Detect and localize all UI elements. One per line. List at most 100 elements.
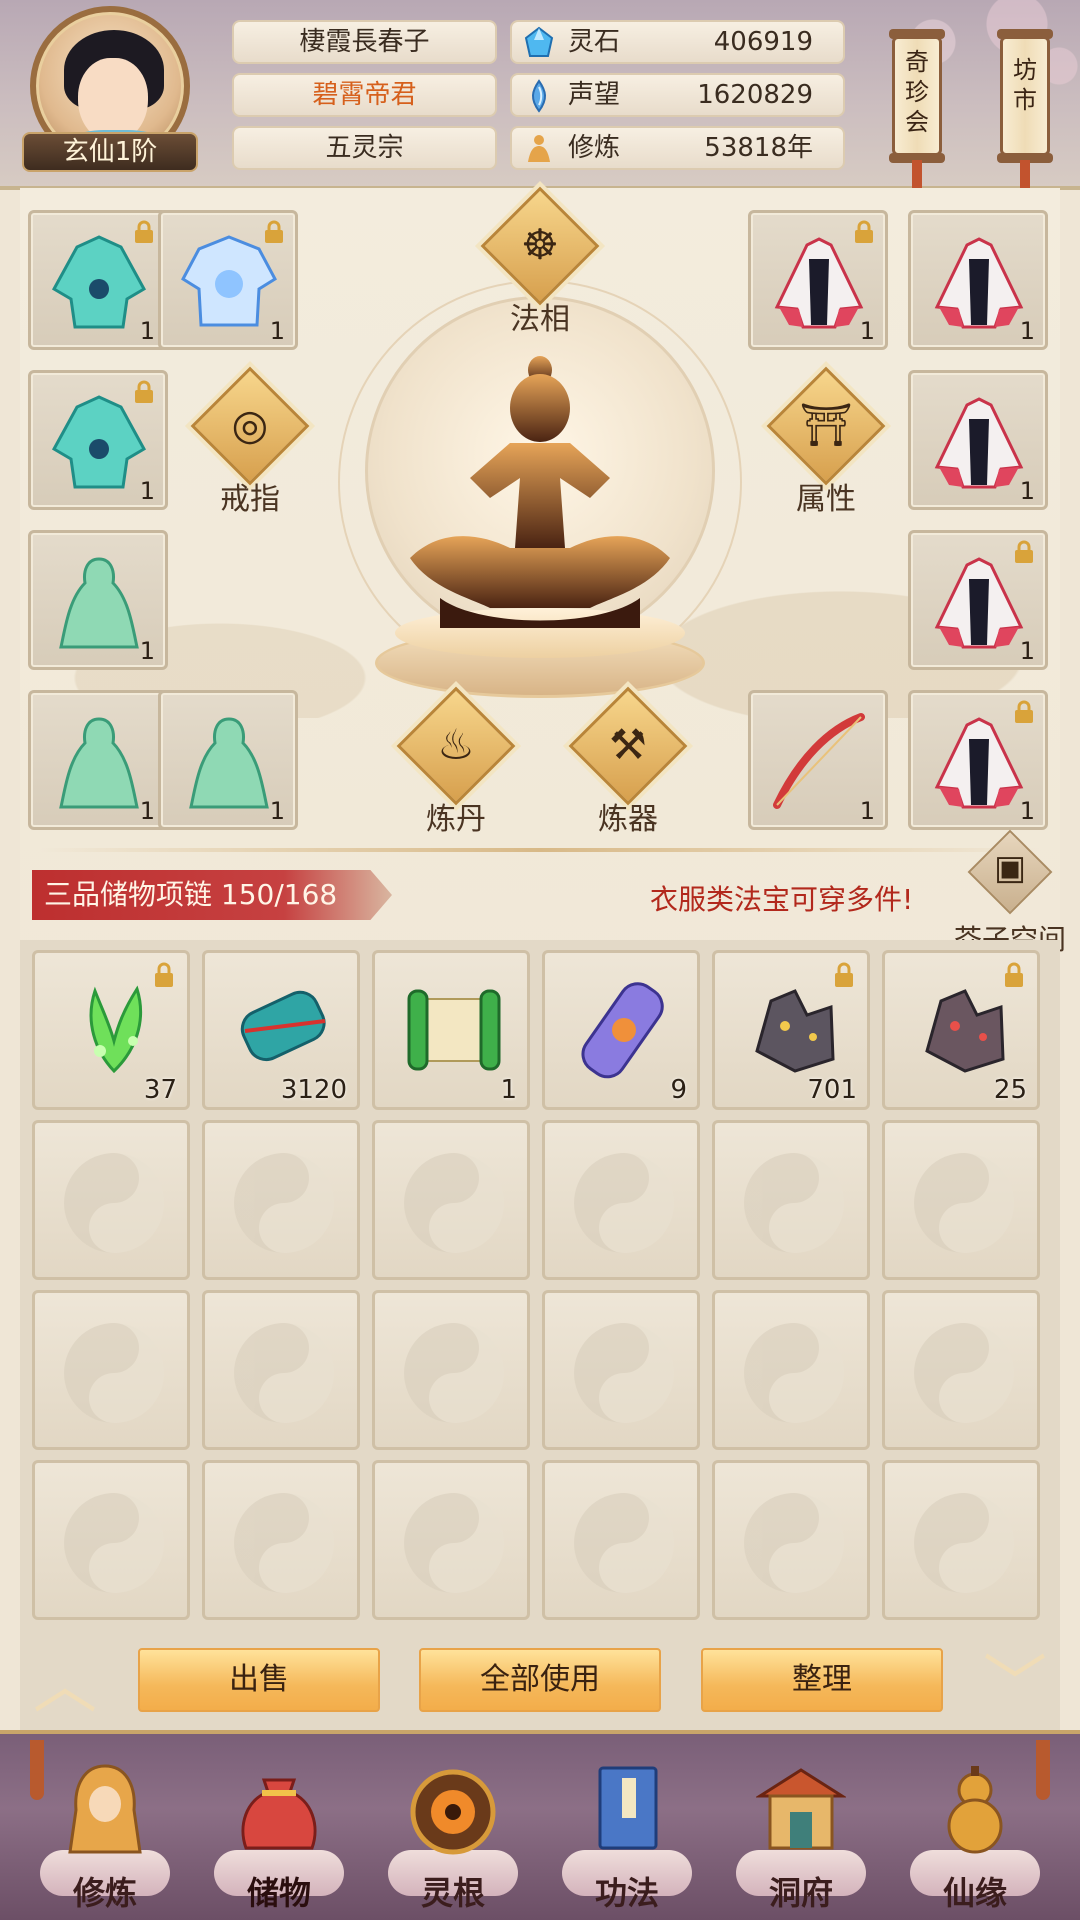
- equip-slot[interactable]: 1: [908, 210, 1048, 350]
- rare-auction-label: 奇珍会: [905, 48, 929, 136]
- bag-slot[interactable]: 3120: [202, 950, 360, 1110]
- empty-bag-slot[interactable]: [32, 1120, 190, 1280]
- equip-slot[interactable]: 1: [748, 210, 888, 350]
- resource-prestige[interactable]: 声望 1620829: [510, 73, 845, 117]
- player-title: 碧霄帝君: [232, 73, 497, 117]
- book-icon: [598, 1766, 658, 1850]
- storage-capacity-tag: 三品储物项链 150/168: [32, 870, 392, 920]
- empty-bag-slot[interactable]: [202, 1460, 360, 1620]
- alchemy-label: 炼丹: [426, 802, 486, 837]
- empty-bag-slot[interactable]: [542, 1460, 700, 1620]
- anvil-icon: ⚒: [609, 720, 647, 769]
- yin-yang-icon: [914, 1323, 1014, 1423]
- treasure-bag-icon: [241, 1778, 317, 1850]
- empty-bag-slot[interactable]: [372, 1290, 530, 1450]
- yin-yang-icon: [914, 1493, 1014, 1593]
- meditation-icon: [528, 135, 550, 162]
- bag-slot[interactable]: 701: [712, 950, 870, 1110]
- market-button[interactable]: 坊市: [997, 29, 1053, 163]
- resource-value: 406919: [713, 27, 813, 57]
- empty-bag-slot[interactable]: [542, 1290, 700, 1450]
- faxiang-button[interactable]: ☸ 法相: [480, 186, 600, 344]
- nav-immortal-fate[interactable]: 仙缘: [900, 1750, 1050, 1920]
- empty-bag-slot[interactable]: [882, 1120, 1040, 1280]
- empty-bag-slot[interactable]: [712, 1120, 870, 1280]
- ring-label: 戒指: [220, 482, 280, 517]
- item-quantity: 3120: [280, 1075, 347, 1105]
- bag-slot[interactable]: 25: [882, 950, 1040, 1110]
- nav-cultivation[interactable]: 修炼: [30, 1750, 180, 1920]
- equip-slot[interactable]: 1: [28, 690, 168, 830]
- empty-bag-slot[interactable]: [32, 1460, 190, 1620]
- empty-bag-slot[interactable]: [712, 1290, 870, 1450]
- equip-slot[interactable]: 1: [28, 530, 168, 670]
- item-quantity: 701: [807, 1075, 857, 1105]
- lock-icon: [135, 220, 153, 243]
- item-quantity: 1: [269, 797, 285, 825]
- resource-spirit-stone[interactable]: 灵石 406919: [510, 20, 845, 64]
- lock-icon: [135, 380, 153, 403]
- yin-yang-icon: [744, 1153, 844, 1253]
- empty-bag-slot[interactable]: [372, 1120, 530, 1280]
- scroll-down-button[interactable]: ﹀: [970, 1654, 1060, 1718]
- section-divider: [40, 848, 1040, 852]
- item-quantity: 9: [670, 1075, 687, 1105]
- empty-bag-slot[interactable]: [712, 1460, 870, 1620]
- ring-button[interactable]: ◎ 戒指: [190, 366, 310, 524]
- equip-slot[interactable]: 1: [158, 210, 298, 350]
- nav-label: 功法: [594, 1874, 659, 1912]
- yin-yang-icon: [404, 1493, 504, 1593]
- sell-button[interactable]: 出售: [138, 1648, 380, 1712]
- forge-button[interactable]: ⚒ 炼器: [568, 686, 688, 844]
- equip-slot[interactable]: 1: [28, 210, 168, 350]
- bag-slot[interactable]: 9: [542, 950, 700, 1110]
- nav-cave-residence[interactable]: 洞府: [726, 1750, 876, 1920]
- scroll-up-button[interactable]: ︿: [20, 1654, 110, 1718]
- bag-slot[interactable]: 1: [372, 950, 530, 1110]
- meditation-icon: ☸: [521, 220, 559, 269]
- use-all-button[interactable]: 全部使用: [419, 1648, 661, 1712]
- equip-slot[interactable]: 1: [908, 530, 1048, 670]
- nav-storage[interactable]: 储物: [204, 1750, 354, 1920]
- equip-slot[interactable]: 1: [158, 690, 298, 830]
- alchemy-button[interactable]: ♨ 炼丹: [396, 686, 516, 844]
- rare-auction-button[interactable]: 奇珍会: [889, 29, 945, 163]
- mustard-space-button[interactable]: ▣ 芥子空间: [950, 829, 1070, 956]
- nav-label: 储物: [246, 1874, 311, 1912]
- empty-bag-slot[interactable]: [542, 1120, 700, 1280]
- spirit-root-icon: [410, 1769, 496, 1855]
- ring-icon: ◎: [231, 400, 269, 449]
- bag-slot[interactable]: 37: [32, 950, 190, 1110]
- inventory-panel: 1 1 1 1 1 1 1 1 1 1 1 1 ☸ 法相 ◎ 戒指 ⛩ 属性 ♨…: [20, 186, 1066, 1820]
- empty-bag-slot[interactable]: [202, 1120, 360, 1280]
- equip-slot[interactable]: 1: [28, 370, 168, 510]
- nav-spirit-root[interactable]: 灵根: [378, 1750, 528, 1920]
- resource-value: 53818年: [704, 133, 813, 163]
- lock-icon: [265, 220, 283, 243]
- nav-label: 修炼: [72, 1874, 137, 1912]
- red-bow-icon: [773, 713, 865, 809]
- yin-yang-icon: [744, 1493, 844, 1593]
- equip-slot[interactable]: 1: [908, 690, 1048, 830]
- empty-bag-slot[interactable]: [882, 1290, 1040, 1450]
- crimson-robe-icon: [934, 237, 1024, 329]
- yin-yang-icon: [744, 1323, 844, 1423]
- forge-label: 炼器: [598, 802, 658, 837]
- item-quantity: 1: [269, 317, 285, 345]
- yin-yang-icon: [574, 1323, 674, 1423]
- equip-slot[interactable]: 1: [748, 690, 888, 830]
- attributes-button[interactable]: ⛩ 属性: [766, 366, 886, 524]
- resource-cultivation[interactable]: 修炼 53818年: [510, 126, 845, 170]
- item-quantity: 1: [139, 797, 155, 825]
- empty-bag-slot[interactable]: [882, 1460, 1040, 1620]
- nav-techniques[interactable]: 功法: [552, 1750, 702, 1920]
- chest-icon: ▣: [993, 848, 1027, 888]
- empty-bag-slot[interactable]: [32, 1290, 190, 1450]
- resource-label: 声望: [568, 80, 621, 110]
- empty-bag-slot[interactable]: [202, 1290, 360, 1450]
- equip-slot[interactable]: 1: [908, 370, 1048, 510]
- market-label: 坊市: [1013, 56, 1037, 114]
- sort-button[interactable]: 整理: [701, 1648, 943, 1712]
- empty-bag-slot[interactable]: [372, 1460, 530, 1620]
- yin-yang-icon: [64, 1323, 164, 1423]
